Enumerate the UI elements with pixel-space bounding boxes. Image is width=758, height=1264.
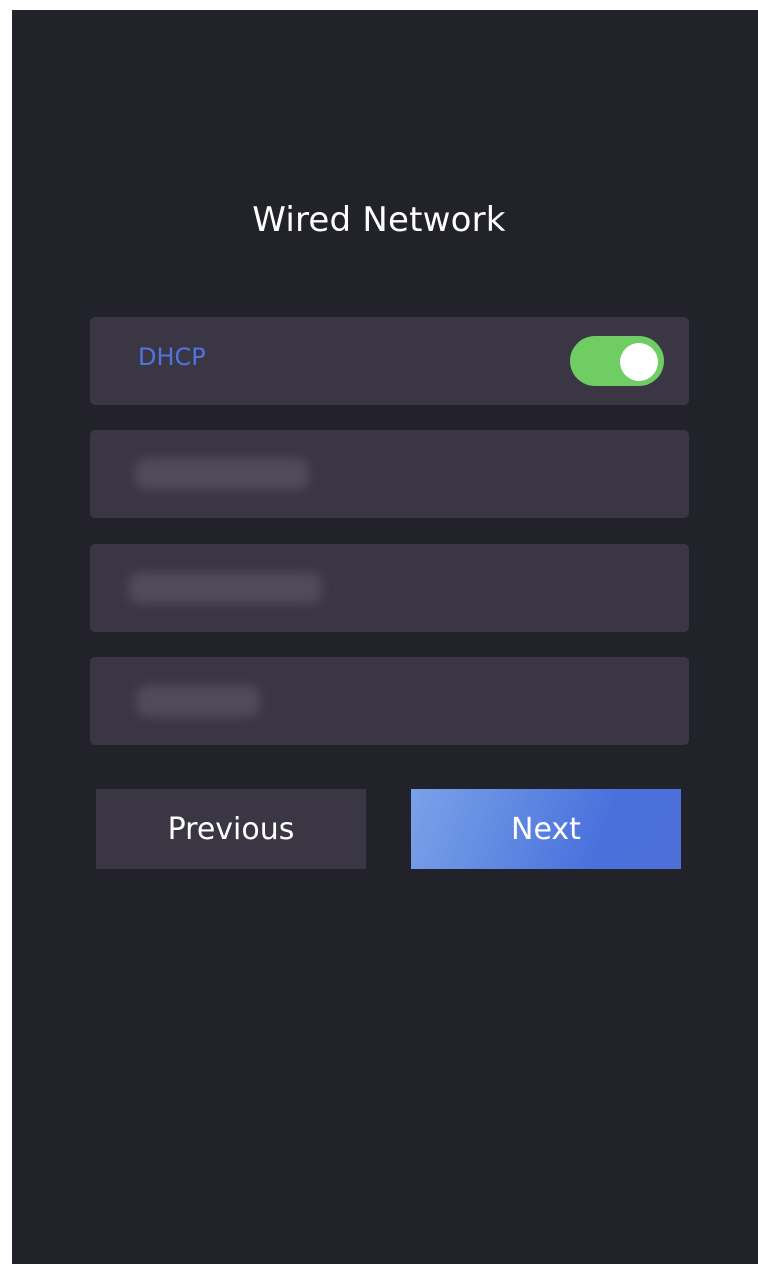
next-button[interactable]: Next bbox=[411, 789, 681, 869]
gateway-value bbox=[136, 685, 260, 717]
toggle-knob bbox=[620, 343, 658, 381]
ip-address-value bbox=[135, 458, 309, 490]
subnet-mask-value bbox=[128, 572, 322, 604]
dhcp-toggle[interactable] bbox=[570, 336, 664, 386]
gateway-field[interactable] bbox=[90, 657, 689, 745]
dhcp-row: DHCP bbox=[90, 317, 689, 405]
dhcp-label: DHCP bbox=[138, 343, 206, 371]
ip-address-field[interactable] bbox=[90, 430, 689, 518]
previous-button[interactable]: Previous bbox=[96, 789, 366, 869]
subnet-mask-field[interactable] bbox=[90, 544, 689, 632]
page-title: Wired Network bbox=[252, 200, 506, 240]
setup-screen bbox=[12, 10, 758, 1264]
